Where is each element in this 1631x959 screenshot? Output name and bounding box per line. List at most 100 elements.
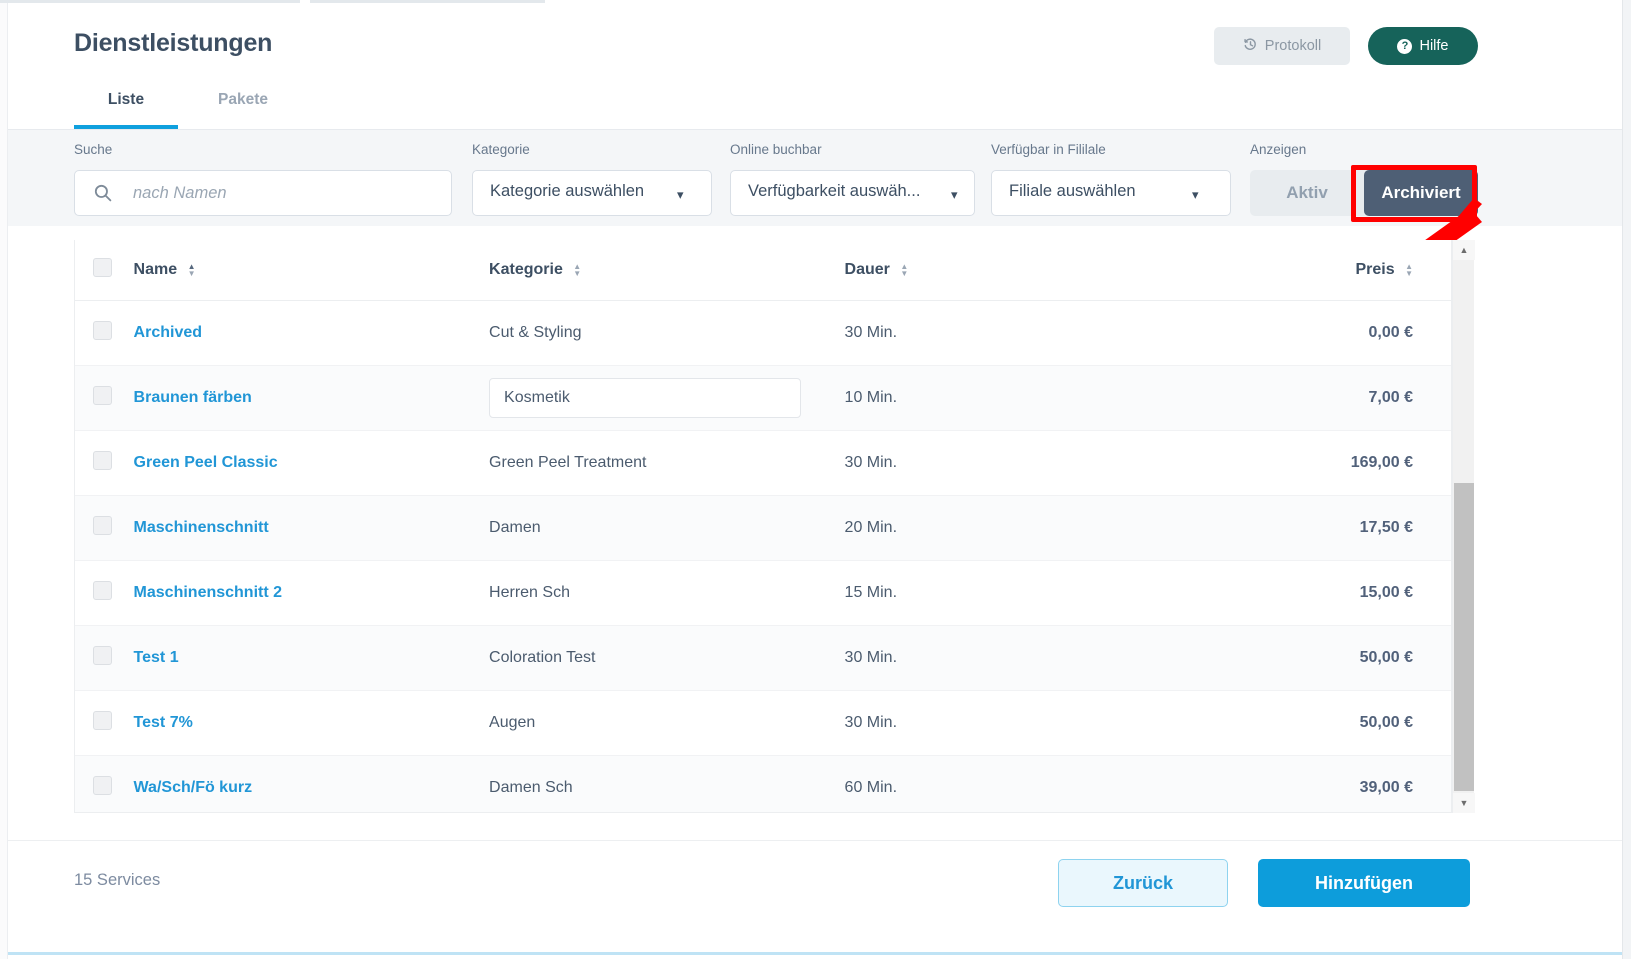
table-row[interactable]: Maschinenschnitt 2 Herren Sch 15 Min. 15,00…	[75, 560, 1451, 626]
tab-liste[interactable]: Liste	[74, 81, 178, 129]
filiale-label: Verfügbar in Fililale	[991, 142, 1106, 157]
online-buchbar-select-value: Verfügbarkeit auswäh...	[748, 182, 921, 200]
back-button[interactable]: Zurück	[1058, 859, 1228, 907]
table-row[interactable]: Archived Cut & Styling 30 Min. 0,00 €	[75, 300, 1451, 366]
kategorie-select[interactable]: Kategorie auswählen ▾	[472, 170, 712, 216]
cell-kategorie: Augen	[489, 690, 845, 756]
table-body: Archived Cut & Styling 30 Min. 0,00 € Braune…	[75, 300, 1451, 812]
cell-kategorie: Damen	[489, 495, 845, 561]
add-button[interactable]: Hinzufügen	[1258, 859, 1470, 907]
row-checkbox[interactable]	[93, 580, 112, 600]
toggle-archiviert[interactable]: Archiviert	[1364, 170, 1478, 216]
kategorie-value: Damen	[489, 518, 541, 536]
table-header-row: Name ▲ ▼ Kategorie ▲ ▼ Dauer ▲ ▼ Preis ▲ ▼	[75, 240, 1451, 301]
table-row[interactable]: Wa/Sch/Fö kurz Damen Sch 60 Min. 39,00 €	[75, 755, 1451, 812]
kategorie-value: Augen	[489, 713, 536, 731]
cell-dauer: 10 Min.	[844, 365, 1190, 431]
page-footer: 15 Services Zurück Hinzufügen	[8, 840, 1622, 953]
row-checkbox[interactable]	[93, 320, 112, 340]
table-row[interactable]: Maschinenschnitt Damen 20 Min. 17,50 €	[75, 495, 1451, 561]
tab-pakete[interactable]: Pakete	[178, 81, 308, 129]
table-row[interactable]: Test 7% Augen 30 Min. 50,00 €	[75, 690, 1451, 756]
sort-name-icon[interactable]: ▲ ▼	[188, 262, 196, 277]
cell-kategorie: Coloration Test	[489, 625, 845, 691]
row-checkbox[interactable]	[93, 775, 112, 795]
cell-preis: 15,00 €	[1189, 560, 1451, 626]
protokoll-button[interactable]: Protokoll	[1214, 27, 1350, 65]
tab-bar: Liste Pakete	[74, 81, 308, 129]
kategorie-value: Damen Sch	[489, 778, 573, 796]
anzeigen-label: Anzeigen	[1250, 142, 1307, 157]
service-name-link[interactable]: Green Peel Classic	[134, 454, 278, 471]
cell-dauer: 30 Min.	[844, 430, 1190, 496]
cell-preis: 17,50 €	[1189, 495, 1451, 561]
select-all-cell	[75, 240, 134, 301]
row-select-cell	[75, 755, 134, 812]
cell-name: Maschinenschnitt 2	[133, 560, 490, 626]
chevron-down-icon: ▾	[1192, 187, 1199, 202]
cell-name: Braunen färben	[133, 365, 490, 431]
cell-dauer: 30 Min.	[844, 625, 1190, 691]
cell-name: Maschinenschnitt	[133, 495, 490, 561]
column-header-preis[interactable]: Preis ▲ ▼	[1189, 240, 1451, 301]
column-header-name[interactable]: Name ▲ ▼	[133, 240, 490, 301]
scroll-up-arrow-icon[interactable]: ▲	[1453, 240, 1475, 260]
toggle-aktiv[interactable]: Aktiv	[1250, 170, 1364, 216]
row-checkbox[interactable]	[93, 450, 112, 470]
sort-kategorie-icon[interactable]: ▲ ▼	[573, 262, 581, 277]
cell-preis: 0,00 €	[1189, 300, 1451, 366]
search-input[interactable]	[133, 171, 433, 215]
cell-dauer: 20 Min.	[844, 495, 1190, 561]
service-name-link[interactable]: Wa/Sch/Fö kurz	[134, 779, 253, 796]
hilfe-label: Hilfe	[1419, 38, 1449, 54]
table-row[interactable]: Green Peel Classic Green Peel Treatment 30…	[75, 430, 1451, 496]
cell-dauer: 30 Min.	[844, 300, 1190, 366]
hilfe-button[interactable]: ? Hilfe	[1368, 27, 1478, 65]
row-checkbox[interactable]	[93, 710, 112, 730]
filiale-select[interactable]: Filiale auswählen ▾	[991, 170, 1231, 216]
app-root: Dienstleistungen Protokoll ? Hilfe Liste…	[0, 0, 1631, 959]
service-name-link[interactable]: Test 7%	[134, 714, 193, 731]
online-buchbar-select[interactable]: Verfügbarkeit auswäh... ▾	[730, 170, 975, 216]
row-select-cell	[75, 625, 134, 691]
kategorie-value: Herren Sch	[489, 583, 570, 601]
cell-kategorie: Green Peel Treatment	[489, 430, 845, 496]
tab-pakete-label: Pakete	[218, 91, 268, 108]
sort-preis-icon[interactable]: ▲ ▼	[1405, 262, 1413, 277]
filiale-select-value: Filiale auswählen	[1009, 182, 1136, 200]
cell-name: Wa/Sch/Fö kurz	[133, 755, 490, 812]
row-checkbox[interactable]	[93, 515, 112, 535]
column-header-kategorie[interactable]: Kategorie ▲ ▼	[489, 240, 845, 301]
row-checkbox[interactable]	[93, 385, 112, 405]
cell-kategorie	[489, 365, 845, 431]
service-name-link[interactable]: Braunen färben	[134, 389, 252, 406]
cell-preis: 39,00 €	[1189, 755, 1451, 812]
service-name-link[interactable]: Archived	[134, 324, 202, 341]
cell-kategorie: Cut & Styling	[489, 300, 845, 366]
kategorie-edit-input[interactable]	[489, 377, 802, 418]
table-scrollbar[interactable]: ▲ ▼	[1452, 240, 1475, 813]
table-row[interactable]: Braunen färben 10 Min.7,00 €	[75, 365, 1451, 431]
chevron-down-icon: ▾	[951, 187, 958, 202]
history-icon	[1243, 37, 1258, 56]
select-all-checkbox[interactable]	[93, 257, 112, 277]
row-select-cell	[75, 495, 134, 561]
cell-name: Green Peel Classic	[133, 430, 490, 496]
scrollbar-thumb[interactable]	[1454, 483, 1474, 791]
services-table-container: Name ▲ ▼ Kategorie ▲ ▼ Dauer ▲ ▼ Preis ▲ ▼	[74, 240, 1452, 813]
column-header-dauer[interactable]: Dauer ▲ ▼	[844, 240, 1190, 301]
search-field[interactable]	[74, 170, 452, 216]
kategorie-label: Kategorie	[472, 142, 530, 157]
service-name-link[interactable]: Maschinenschnitt 2	[134, 584, 282, 601]
cell-name: Test 1	[133, 625, 490, 691]
right-rail	[1622, 0, 1631, 959]
row-checkbox[interactable]	[93, 645, 112, 665]
cell-preis: 169,00 €	[1189, 430, 1451, 496]
cell-dauer: 30 Min.	[844, 690, 1190, 756]
sort-dauer-icon[interactable]: ▲ ▼	[900, 262, 908, 277]
row-select-cell	[75, 430, 134, 496]
service-name-link[interactable]: Test 1	[134, 649, 179, 666]
service-name-link[interactable]: Maschinenschnitt	[134, 519, 269, 536]
scroll-down-arrow-icon[interactable]: ▼	[1453, 793, 1475, 813]
table-row[interactable]: Test 1 Coloration Test 30 Min. 50,00 €	[75, 625, 1451, 691]
